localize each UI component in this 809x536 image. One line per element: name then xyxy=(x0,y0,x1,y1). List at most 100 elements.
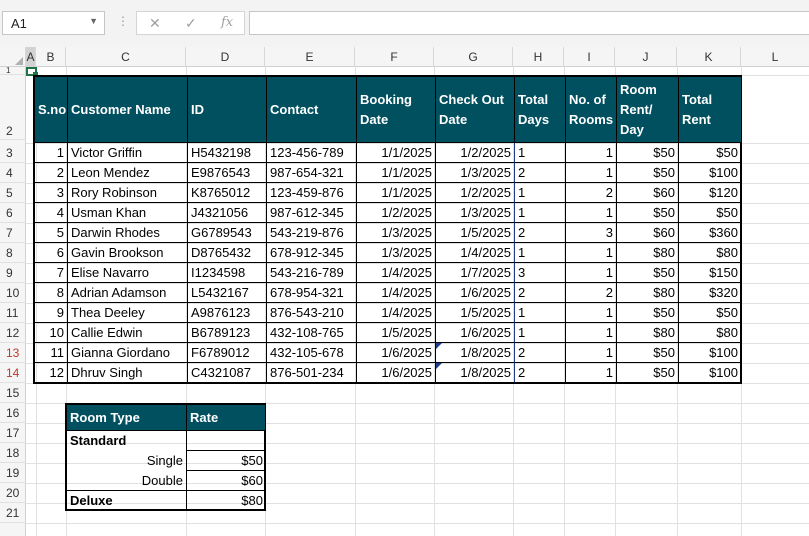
table-cell[interactable]: Rory Robinson xyxy=(68,183,188,203)
row-header-17[interactable]: 17 xyxy=(0,423,26,443)
table-cell[interactable]: 11 xyxy=(35,343,68,363)
table-cell[interactable]: C4321087 xyxy=(188,363,267,383)
table-cell[interactable]: $80 xyxy=(617,323,679,343)
table-cell[interactable]: $80 xyxy=(617,283,679,303)
table-cell[interactable]: 876-543-210 xyxy=(267,303,357,323)
table-cell[interactable]: A9876123 xyxy=(188,303,267,323)
row-header-15[interactable]: 15 xyxy=(0,383,26,403)
row-header-10[interactable]: 10 xyxy=(0,283,26,303)
header-cell[interactable]: Room Rent/ Day xyxy=(617,77,679,143)
rate-header-cell[interactable]: Rate xyxy=(187,405,266,431)
row-header-12[interactable]: 12 xyxy=(0,323,26,343)
row-header-5[interactable]: 5 xyxy=(0,183,26,203)
header-cell[interactable]: Customer Name xyxy=(68,77,188,143)
rate-header-cell[interactable]: Room Type xyxy=(67,405,187,431)
table-cell[interactable]: 1/4/2025 xyxy=(357,283,436,303)
row-header-8[interactable]: 8 xyxy=(0,243,26,263)
table-cell[interactable]: Dhruv Singh xyxy=(68,363,188,383)
table-cell[interactable]: 1/6/2025 xyxy=(357,363,436,383)
insert-function-icon[interactable]: fx xyxy=(221,15,233,30)
row-header-1[interactable]: 1 xyxy=(0,67,26,75)
table-cell[interactable]: $120 xyxy=(679,183,742,203)
table-cell[interactable]: $80 xyxy=(679,243,742,263)
row-header-4[interactable]: 4 xyxy=(0,163,26,183)
name-box[interactable]: A1 ▼ xyxy=(2,11,105,35)
row-header-7[interactable]: 7 xyxy=(0,223,26,243)
table-cell[interactable]: 6 xyxy=(35,243,68,263)
header-cell[interactable]: Total Rent xyxy=(679,77,742,143)
select-all-corner[interactable] xyxy=(0,47,26,67)
table-cell[interactable]: K8765012 xyxy=(188,183,267,203)
table-cell[interactable]: 3 xyxy=(566,223,617,243)
formula-input[interactable] xyxy=(249,11,809,35)
row-header-6[interactable]: 6 xyxy=(0,203,26,223)
col-header-g[interactable]: G xyxy=(434,47,513,67)
table-cell[interactable]: Callie Edwin xyxy=(68,323,188,343)
table-cell[interactable]: 432-105-678 xyxy=(267,343,357,363)
table-cell[interactable]: I1234598 xyxy=(188,263,267,283)
table-cell[interactable]: $100 xyxy=(679,163,742,183)
header-cell[interactable]: Check Out Date xyxy=(436,77,515,143)
table-cell[interactable]: G6789543 xyxy=(188,223,267,243)
table-cell[interactable]: 1 xyxy=(566,303,617,323)
table-cell[interactable]: 7 xyxy=(35,263,68,283)
table-cell[interactable]: $60 xyxy=(617,183,679,203)
table-cell[interactable]: 543-216-789 xyxy=(267,263,357,283)
table-cell[interactable]: $60 xyxy=(617,223,679,243)
col-header-i[interactable]: I xyxy=(564,47,615,67)
col-header-b[interactable]: B xyxy=(36,47,66,67)
table-cell[interactable]: 678-954-321 xyxy=(267,283,357,303)
table-cell[interactable]: $50 xyxy=(617,343,679,363)
table-cell[interactable]: $50 xyxy=(617,303,679,323)
table-cell[interactable]: 1/5/2025 xyxy=(436,303,515,323)
header-cell[interactable]: ID xyxy=(188,77,267,143)
table-cell[interactable]: 1/4/2025 xyxy=(436,243,515,263)
table-cell[interactable]: 876-501-234 xyxy=(267,363,357,383)
table-cell[interactable]: 5 xyxy=(35,223,68,243)
table-cell[interactable]: $50 xyxy=(617,143,679,163)
table-cell[interactable]: $360 xyxy=(679,223,742,243)
table-cell[interactable]: $50 xyxy=(617,263,679,283)
col-header-k[interactable]: K xyxy=(677,47,741,67)
table-cell[interactable]: H5432198 xyxy=(188,143,267,163)
table-cell[interactable]: $80 xyxy=(679,323,742,343)
table-cell[interactable]: J4321056 xyxy=(188,203,267,223)
table-cell[interactable]: Leon Mendez xyxy=(68,163,188,183)
table-cell[interactable]: 987-654-321 xyxy=(267,163,357,183)
row-header-21[interactable]: 21 xyxy=(0,503,26,523)
table-cell[interactable]: Gavin Brookson xyxy=(68,243,188,263)
rate-table-cell[interactable]: Deluxe xyxy=(67,491,187,511)
table-cell[interactable]: 1/2/2025 xyxy=(436,143,515,163)
table-cell[interactable]: 1 xyxy=(515,203,566,223)
col-header-d[interactable]: D xyxy=(186,47,265,67)
table-cell[interactable]: $50 xyxy=(679,303,742,323)
table-cell[interactable]: 1 xyxy=(566,203,617,223)
table-cell[interactable]: 2 xyxy=(566,183,617,203)
table-cell[interactable]: 987-612-345 xyxy=(267,203,357,223)
table-cell[interactable]: 4 xyxy=(35,203,68,223)
table-cell[interactable]: $50 xyxy=(617,363,679,383)
row-header-11[interactable]: 11 xyxy=(0,303,26,323)
header-cell[interactable]: Contact xyxy=(267,77,357,143)
table-cell[interactable]: Usman Khan xyxy=(68,203,188,223)
header-cell[interactable]: No. of Rooms xyxy=(566,77,617,143)
table-cell[interactable]: Victor Griffin xyxy=(68,143,188,163)
table-cell[interactable]: 1 xyxy=(515,243,566,263)
table-cell[interactable]: Adrian Adamson xyxy=(68,283,188,303)
table-cell[interactable]: 2 xyxy=(35,163,68,183)
col-header-a[interactable]: A xyxy=(26,47,36,67)
header-cell[interactable]: Total Days xyxy=(515,77,566,143)
table-cell[interactable]: 1 xyxy=(515,323,566,343)
table-cell[interactable]: 1/6/2025 xyxy=(436,323,515,343)
row-header-9[interactable]: 9 xyxy=(0,263,26,283)
table-cell[interactable]: B6789123 xyxy=(188,323,267,343)
table-cell[interactable]: 1/4/2025 xyxy=(357,303,436,323)
enter-icon[interactable]: ✓ xyxy=(185,15,197,32)
table-cell[interactable]: $80 xyxy=(617,243,679,263)
table-cell[interactable]: 1/1/2025 xyxy=(357,143,436,163)
rate-table-cell[interactable]: Single xyxy=(67,451,187,471)
table-cell[interactable]: $100 xyxy=(679,343,742,363)
table-cell[interactable]: 1/1/2025 xyxy=(357,183,436,203)
row-header-14[interactable]: 14 xyxy=(0,363,26,383)
table-cell[interactable]: F6789012 xyxy=(188,343,267,363)
